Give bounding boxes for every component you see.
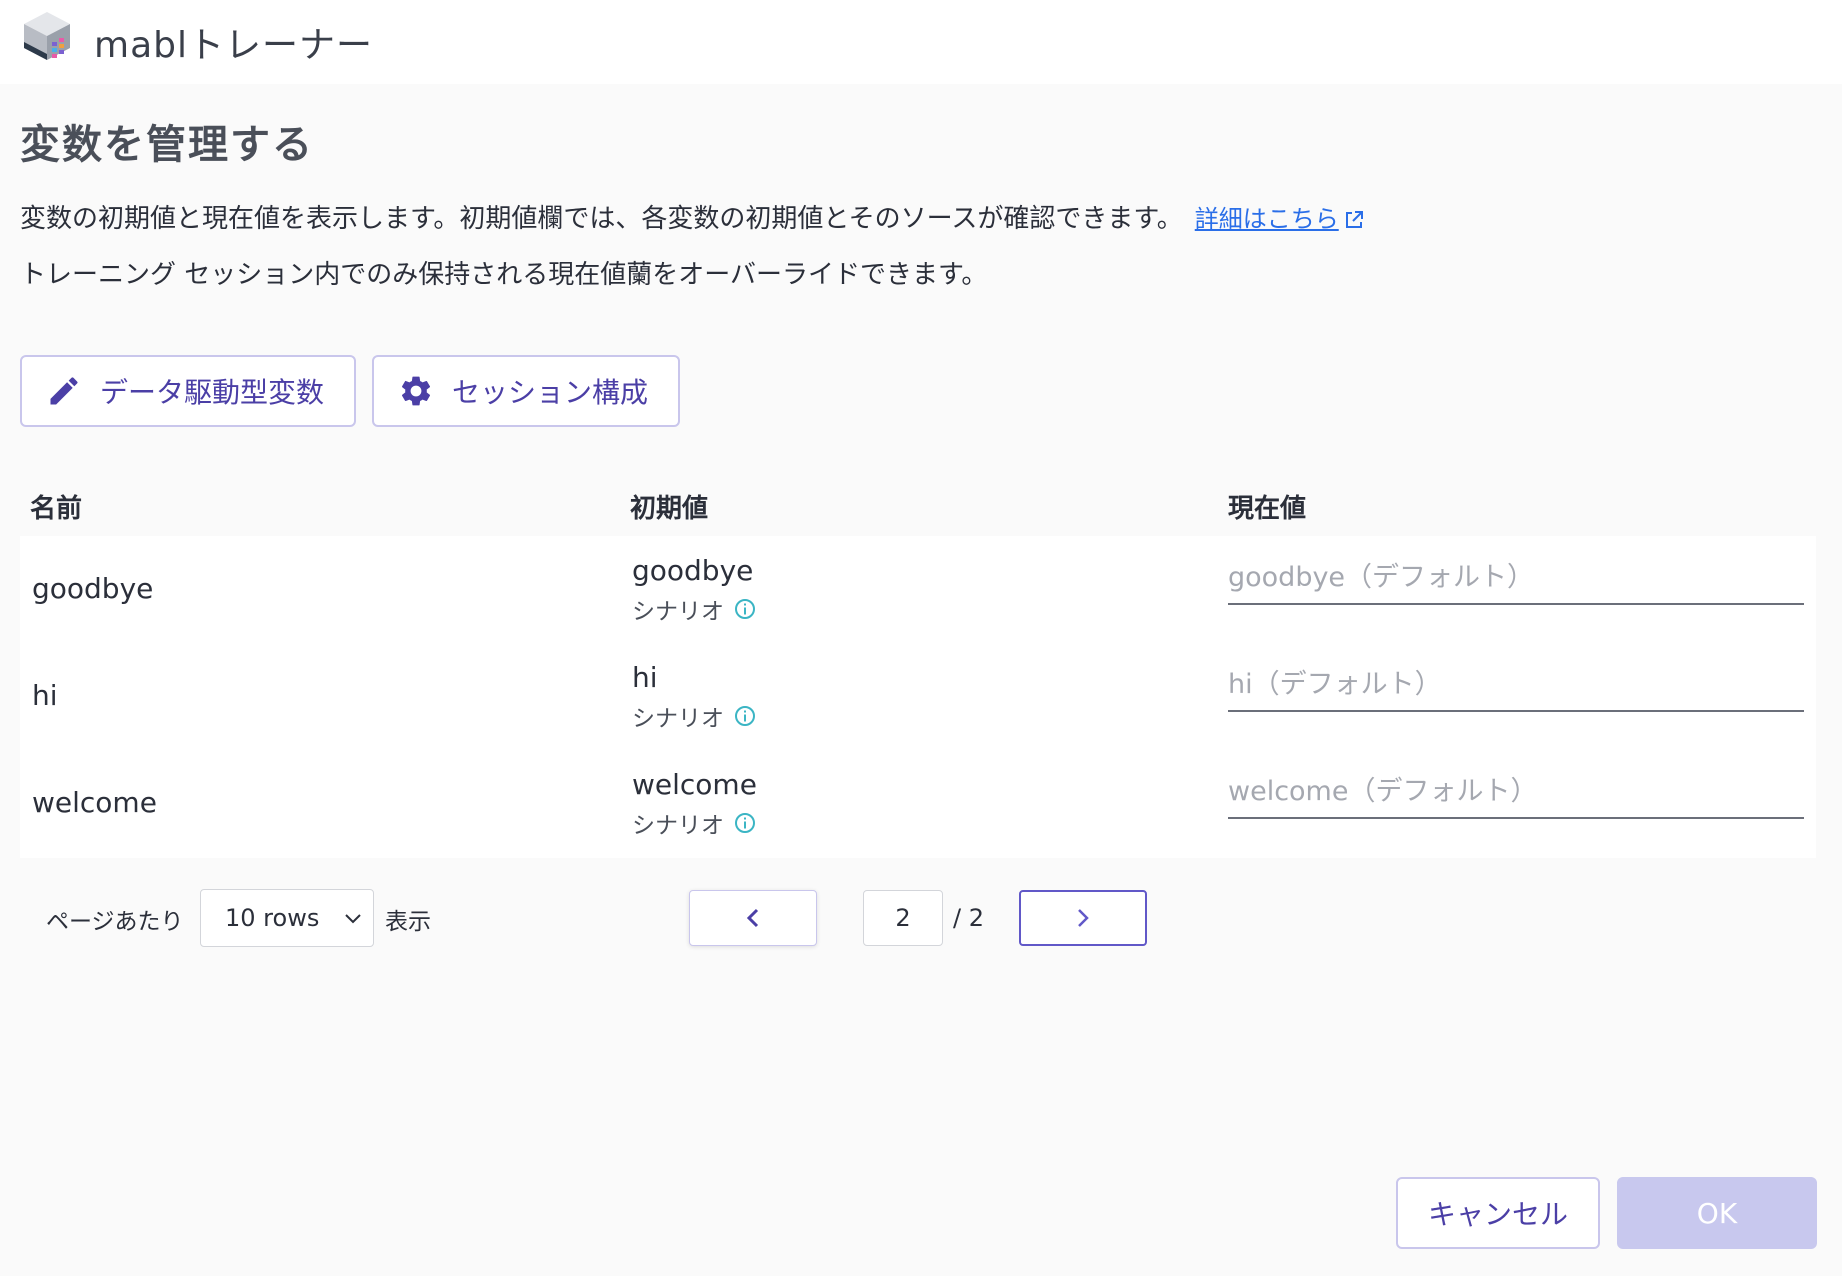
table-row: goodbye goodbye シナリオ bbox=[20, 536, 1816, 643]
description-line-1: 変数の初期値と現在値を表示します。初期値欄では、各変数の初期値とそのソースが確認… bbox=[20, 198, 1365, 235]
next-page-button[interactable] bbox=[1019, 890, 1147, 946]
manage-variables-panel: 変数を管理する 変数の初期値と現在値を表示します。初期値欄では、各変数の初期値と… bbox=[0, 84, 1842, 1276]
ok-button[interactable]: OK bbox=[1617, 1177, 1817, 1249]
cancel-button[interactable]: キャンセル bbox=[1396, 1177, 1600, 1249]
current-value-input[interactable] bbox=[1228, 658, 1804, 712]
rows-per-page-select[interactable]: 10 rows bbox=[200, 889, 374, 947]
initial-value-cell: goodbye シナリオ bbox=[632, 554, 756, 626]
current-value-input[interactable] bbox=[1228, 551, 1804, 605]
page-title: 変数を管理する bbox=[20, 122, 314, 168]
app-title: mablトレーナー bbox=[94, 25, 373, 66]
source-label: シナリオ bbox=[632, 706, 724, 732]
session-configuration-button[interactable]: セッション構成 bbox=[372, 355, 680, 427]
pencil-icon bbox=[50, 377, 78, 405]
data-driven-variables-button[interactable]: データ駆動型変数 bbox=[20, 355, 356, 427]
chevron-down-icon bbox=[345, 914, 361, 924]
initial-source: シナリオ bbox=[632, 699, 756, 733]
rows-per-page-value: 10 rows bbox=[225, 904, 320, 932]
description-text: 変数の初期値と現在値を表示します。初期値欄では、各変数の初期値とそのソースが確認… bbox=[20, 204, 1183, 234]
data-driven-variables-label: データ駆動型変数 bbox=[100, 376, 325, 409]
page-total: / 2 bbox=[953, 904, 984, 932]
external-link-icon bbox=[1345, 211, 1363, 228]
column-header-initial: 初期値 bbox=[630, 494, 709, 524]
column-header-current: 現在値 bbox=[1228, 494, 1307, 524]
table-row: hi hi シナリオ bbox=[20, 643, 1816, 750]
column-header-name: 名前 bbox=[30, 494, 83, 524]
initial-value: hi bbox=[632, 661, 658, 694]
source-label: シナリオ bbox=[632, 599, 724, 625]
info-icon[interactable] bbox=[734, 705, 756, 727]
page-number-input[interactable]: 2 bbox=[863, 890, 943, 946]
chevron-right-icon bbox=[1078, 909, 1089, 927]
show-label: 表示 bbox=[385, 909, 431, 935]
details-link[interactable]: 詳細はこちら bbox=[1195, 205, 1365, 233]
title-bar: mablトレーナー bbox=[0, 0, 1842, 84]
mabl-logo-icon bbox=[24, 12, 70, 60]
initial-value-cell: hi シナリオ bbox=[632, 661, 756, 733]
variable-name: goodbye bbox=[32, 572, 154, 605]
previous-page-button[interactable] bbox=[689, 890, 817, 946]
initial-source: シナリオ bbox=[632, 806, 757, 840]
per-page-label: ページあたり bbox=[46, 909, 184, 935]
session-configuration-label: セッション構成 bbox=[452, 376, 649, 409]
source-label: シナリオ bbox=[632, 813, 724, 839]
initial-source: シナリオ bbox=[632, 592, 756, 626]
variables-table: goodbye goodbye シナリオ hi hi シナリオ bbox=[20, 536, 1816, 858]
description-line-2: トレーニング セッション内でのみ保持される現在値蘭をオーバーライドできます。 bbox=[20, 260, 988, 290]
info-icon[interactable] bbox=[734, 812, 756, 834]
initial-value: goodbye bbox=[632, 554, 754, 587]
info-icon[interactable] bbox=[734, 598, 756, 620]
table-row: welcome welcome シナリオ bbox=[20, 750, 1816, 857]
initial-value-cell: welcome シナリオ bbox=[632, 768, 757, 840]
variable-name: welcome bbox=[32, 786, 157, 819]
details-link-label: 詳細はこちら bbox=[1194, 205, 1339, 233]
chevron-left-icon bbox=[746, 908, 759, 928]
current-value-input[interactable] bbox=[1228, 765, 1804, 819]
gear-icon bbox=[401, 376, 431, 406]
variable-name: hi bbox=[32, 679, 58, 712]
initial-value: welcome bbox=[632, 768, 757, 801]
